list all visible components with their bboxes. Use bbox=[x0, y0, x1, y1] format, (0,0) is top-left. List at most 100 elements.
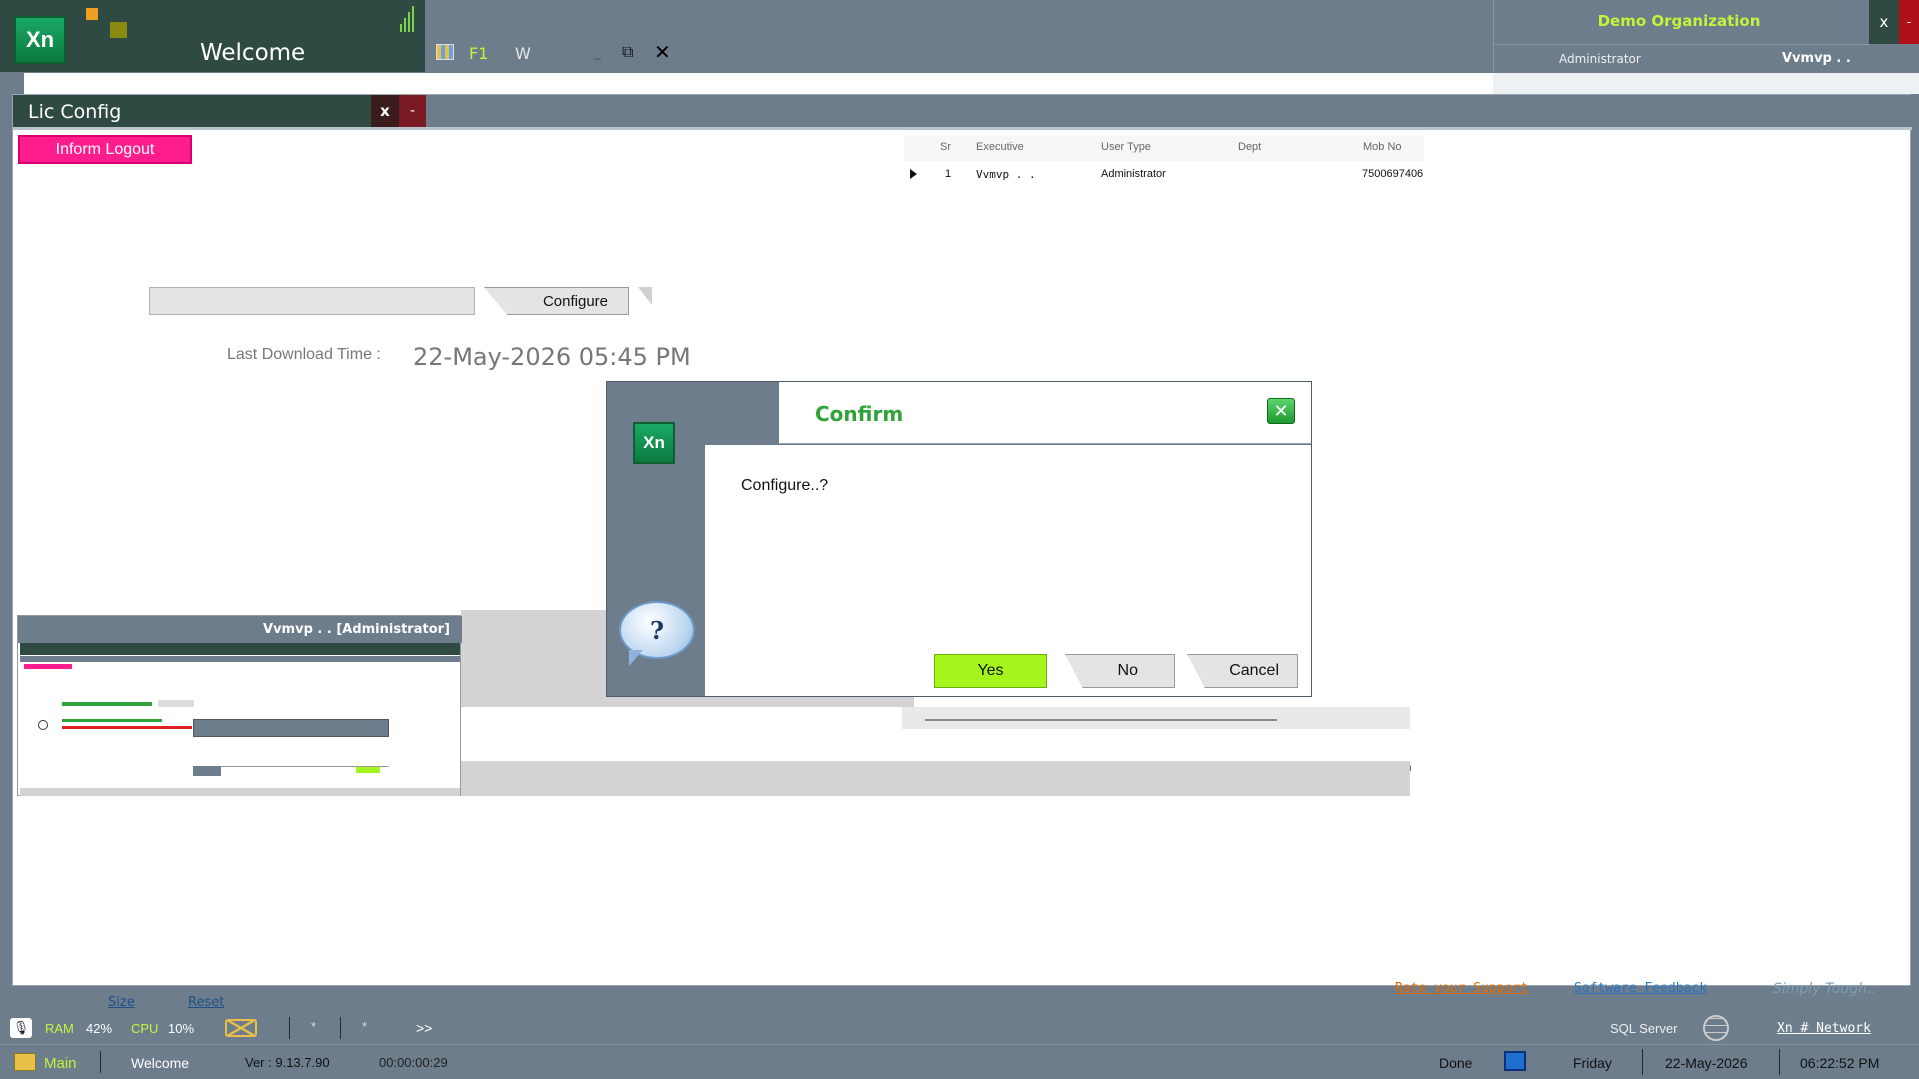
signal-icon bbox=[400, 6, 418, 32]
divider bbox=[100, 1051, 101, 1073]
last-download-time: 22-May-2026 05:45 PM bbox=[413, 343, 691, 371]
divider bbox=[340, 1017, 341, 1039]
sql-server-label: SQL Server bbox=[1610, 1021, 1678, 1036]
decoration-tick bbox=[638, 287, 652, 305]
thumbnail-bar bbox=[20, 643, 460, 655]
dialog-logo-icon: Xn bbox=[633, 422, 675, 464]
version-label: Ver : 9.13.7.90 bbox=[245, 1055, 330, 1070]
progress-panel bbox=[461, 761, 1410, 796]
column-header[interactable]: Sr bbox=[940, 141, 951, 153]
reset-link[interactable]: Reset bbox=[188, 995, 224, 1010]
date-label: 22-May-2026 bbox=[1665, 1055, 1748, 1071]
question-bubble-tail bbox=[629, 650, 643, 666]
config-input[interactable] bbox=[149, 287, 475, 315]
grid-icon[interactable] bbox=[436, 44, 454, 60]
cell-mob-no: 7500697406 bbox=[1362, 168, 1424, 180]
lic-config-titlebar: Lic Config x - bbox=[13, 95, 1912, 127]
thumbnail-bar bbox=[193, 766, 221, 776]
column-header[interactable]: Dept bbox=[1238, 141, 1261, 153]
yes-button[interactable]: Yes bbox=[934, 654, 1047, 688]
w-button[interactable]: W bbox=[515, 44, 531, 63]
active-form: Welcome bbox=[131, 1055, 190, 1071]
confirm-titlebar: Confirm bbox=[779, 382, 1311, 444]
elapsed-time: 00:00:00:29 bbox=[379, 1055, 448, 1070]
last-download-label: Last Download Time : bbox=[227, 346, 381, 363]
slogan: Simply Tough.. bbox=[1773, 981, 1876, 997]
user-name: Vvmvp . . bbox=[1782, 51, 1851, 66]
size-link[interactable]: Size bbox=[108, 995, 135, 1010]
status-star: * bbox=[362, 1019, 368, 1034]
thumbnail-bar bbox=[20, 788, 460, 796]
cpu-label: CPU bbox=[131, 1021, 159, 1036]
cancel-button[interactable]: Cancel bbox=[1187, 654, 1298, 688]
cell-executive: Vvmvp . . bbox=[976, 168, 1036, 181]
status-star: * bbox=[311, 1019, 317, 1034]
home-icon[interactable] bbox=[14, 1053, 36, 1071]
configure-button[interactable]: Configure bbox=[484, 287, 629, 315]
screen-thumbnail[interactable]: Vvmvp . . [Administrator] bbox=[17, 615, 462, 796]
thumbnail-icon bbox=[38, 720, 48, 730]
f1-help-button[interactable]: F1 bbox=[469, 44, 488, 63]
thumbnail-bar bbox=[20, 656, 460, 662]
thumbnail-bar bbox=[356, 767, 380, 773]
cell-sr: 1 bbox=[945, 168, 952, 180]
grid-header: Sr Executive User Type Dept Mob No bbox=[904, 135, 1424, 161]
column-header[interactable]: Executive bbox=[976, 141, 1024, 153]
divider bbox=[13, 127, 1912, 130]
progress-panel bbox=[902, 707, 1410, 729]
user-grid: Sr Executive User Type Dept Mob No 1 Vvm… bbox=[904, 135, 1424, 187]
inform-logout-button[interactable]: Inform Logout bbox=[18, 135, 192, 164]
org-name: Demo Organization bbox=[1597, 12, 1761, 30]
software-feedback-link[interactable]: Software Feedback bbox=[1574, 981, 1707, 996]
close-icon[interactable]: ✕ bbox=[654, 40, 671, 64]
thumbnail-bar bbox=[193, 719, 389, 737]
no-button[interactable]: No bbox=[1065, 654, 1175, 688]
divider bbox=[1779, 1049, 1780, 1075]
confirm-body: Configure..? Yes No Cancel bbox=[705, 445, 1311, 696]
ram-label: RAM bbox=[45, 1021, 74, 1036]
column-header[interactable]: Mob No bbox=[1363, 141, 1402, 153]
monitor-icon[interactable] bbox=[1504, 1051, 1526, 1071]
globe-icon[interactable] bbox=[1703, 1015, 1729, 1041]
divider bbox=[1642, 1049, 1643, 1075]
decoration-square bbox=[86, 8, 98, 20]
lic-close-button[interactable]: x bbox=[371, 95, 399, 127]
lic-minimize-button[interactable]: - bbox=[399, 95, 426, 127]
thumbnail-bar bbox=[62, 719, 162, 722]
thumbnail-header: Vvmvp . . [Administrator] bbox=[18, 616, 462, 643]
titlebar-block: Lic Config bbox=[13, 95, 371, 127]
mail-icon[interactable] bbox=[225, 1019, 257, 1037]
user-role: Administrator bbox=[1559, 52, 1641, 66]
top-strip bbox=[24, 73, 1494, 94]
mic-icon[interactable]: 🎙 bbox=[10, 1018, 32, 1038]
divider bbox=[1494, 44, 1870, 45]
cell-user-type: Administrator bbox=[1101, 168, 1166, 180]
column-header[interactable]: User Type bbox=[1101, 141, 1151, 153]
page-title: Welcome bbox=[200, 40, 306, 66]
window-title: Lic Config bbox=[28, 101, 122, 123]
org-panel: Demo Organization Administrator Vvmvp . … bbox=[1493, 0, 1870, 72]
confirm-message: Configure..? bbox=[741, 477, 829, 494]
time-label: 06:22:52 PM bbox=[1800, 1055, 1880, 1071]
confirm-dialog: Confirm ✕ Xn Configure..? Yes No Cancel … bbox=[606, 381, 1312, 697]
top-app-bar: Xn Welcome F1 W _ ⧉ ✕ Demo Organization … bbox=[0, 0, 1919, 73]
more-button[interactable]: >> bbox=[416, 1020, 432, 1036]
scroll-marker: ı bbox=[1409, 763, 1412, 774]
app-header-block: Xn Welcome bbox=[0, 0, 425, 72]
top-strip bbox=[1493, 73, 1919, 94]
thumbnail-caption: Vvmvp . . [Administrator] bbox=[263, 622, 450, 637]
ram-value: 42% bbox=[86, 1021, 113, 1036]
thumbnail-bar bbox=[62, 726, 192, 729]
table-row[interactable]: 1 Vvmvp . . Administrator 7500697406 bbox=[904, 161, 1424, 187]
app-minimize-button[interactable]: - bbox=[1899, 0, 1919, 44]
thumbnail-bar bbox=[62, 702, 152, 706]
network-link[interactable]: Xn # Network bbox=[1777, 1021, 1871, 1036]
thumbnail-bar bbox=[158, 700, 194, 707]
minimize-icon[interactable]: _ bbox=[594, 44, 601, 60]
main-tab[interactable]: Main bbox=[44, 1055, 77, 1072]
status-bar-top: 🎙 RAM 42% CPU 10% * * >> SQL Server Xn #… bbox=[0, 1011, 1919, 1044]
rate-support-link[interactable]: Rate your Support bbox=[1395, 981, 1528, 996]
confirm-close-button[interactable]: ✕ bbox=[1267, 398, 1295, 424]
restore-icon[interactable]: ⧉ bbox=[622, 42, 633, 62]
app-close-button[interactable]: x bbox=[1869, 0, 1899, 44]
